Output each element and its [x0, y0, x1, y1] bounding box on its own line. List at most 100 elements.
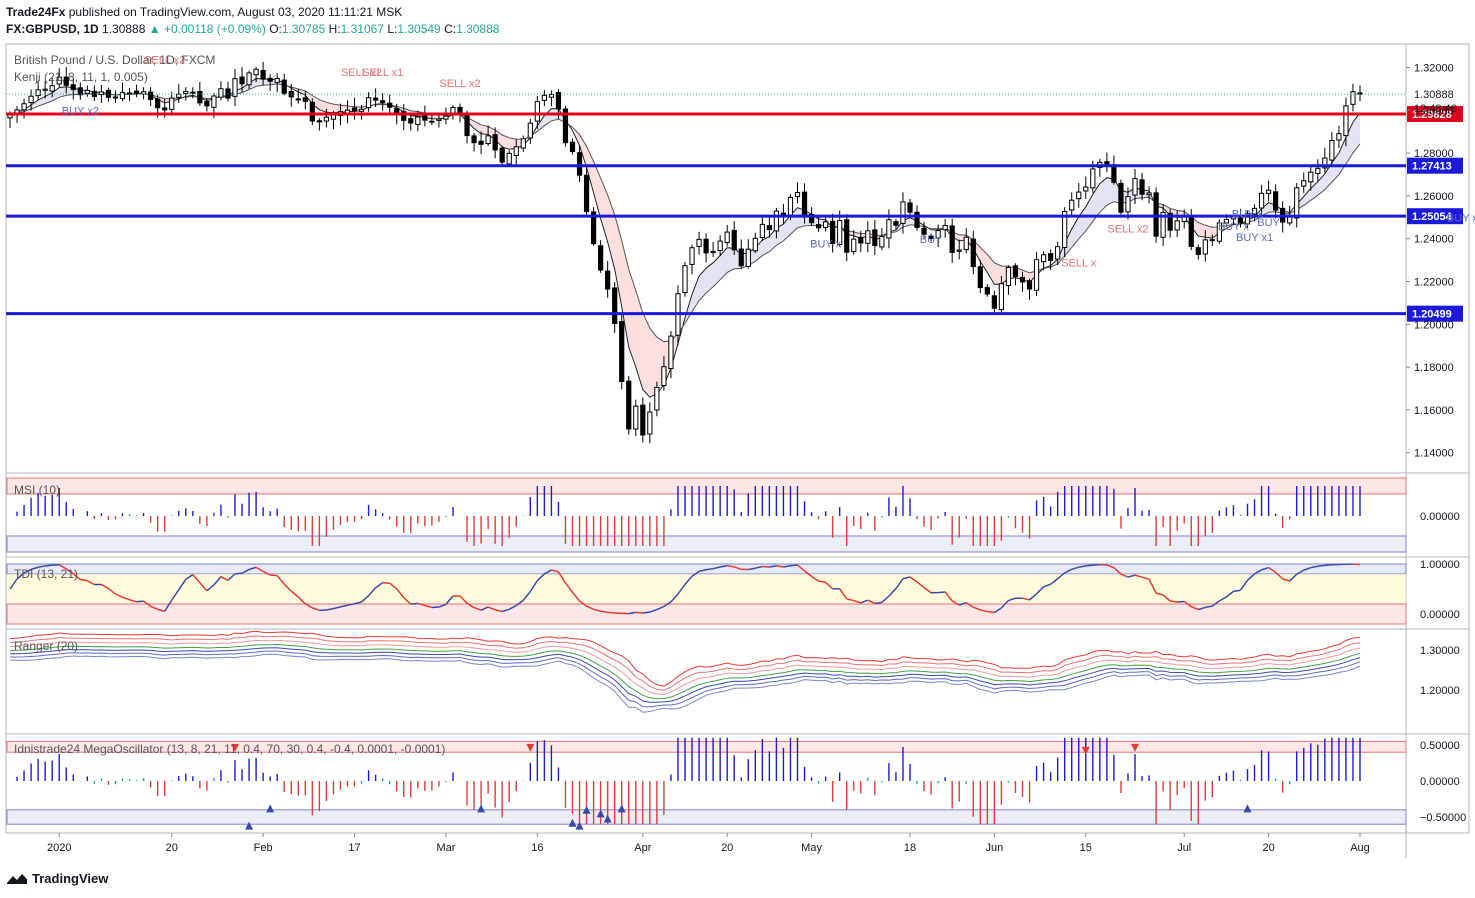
candle-body — [759, 223, 765, 238]
candle-body — [633, 405, 639, 430]
tradingview-brand: TradingView — [32, 871, 109, 886]
current-price-label: 1.30888 — [1414, 89, 1454, 101]
ranger-band-line — [9, 653, 1361, 713]
candle-body — [1146, 192, 1152, 196]
candle-body — [176, 93, 182, 98]
candle-body — [703, 238, 709, 254]
candle-body — [387, 102, 393, 108]
mega-tick-label: 0.00000 — [1420, 776, 1460, 788]
candle-body — [745, 248, 751, 268]
candle-body — [893, 221, 899, 226]
candle-body — [654, 386, 660, 411]
tdi-line-segment — [410, 602, 418, 605]
price-tick-label: 1.32000 — [1414, 63, 1454, 75]
candle-body — [865, 230, 871, 244]
time-tick-label: Mar — [436, 842, 455, 854]
candle-body — [942, 224, 948, 231]
candle-body — [886, 219, 892, 239]
mega-lower-zone — [6, 809, 1407, 825]
candle-body — [520, 138, 526, 149]
candle-body — [169, 97, 175, 110]
candle-body — [984, 287, 990, 295]
tdi-line-segment — [45, 564, 53, 567]
candle-body — [970, 238, 976, 268]
candle-body — [1350, 91, 1356, 105]
candle-body — [612, 287, 618, 324]
band-segment — [699, 268, 707, 301]
tdi-line-segment — [1170, 600, 1178, 603]
candle-body — [1026, 280, 1033, 290]
candle-body — [119, 92, 126, 100]
candle-body — [471, 135, 477, 144]
candle-body — [1055, 246, 1061, 260]
price-tick-label: 1.14000 — [1414, 448, 1454, 460]
candle-body — [1294, 187, 1300, 219]
candle-body — [1188, 215, 1194, 247]
candle-body — [204, 100, 210, 107]
candle-body — [1132, 178, 1138, 196]
candle-body — [527, 122, 533, 139]
candle-body — [281, 79, 287, 94]
tdi-line-segment — [136, 600, 144, 603]
tdi-line-segment — [1085, 564, 1093, 567]
candle-body — [429, 120, 435, 123]
candle-body — [1118, 182, 1124, 213]
candle-body — [851, 238, 857, 253]
candle-body — [555, 91, 562, 110]
band-segment — [720, 247, 728, 280]
candle-body — [485, 135, 491, 145]
price-tick-label: 1.16000 — [1414, 405, 1454, 417]
candle-body — [1139, 179, 1145, 195]
time-tick-label: 17 — [348, 842, 360, 854]
candle-body — [1273, 191, 1279, 211]
candle-body — [1048, 253, 1054, 261]
candle-body — [717, 240, 723, 252]
band-segment — [649, 328, 657, 398]
candle-body — [598, 245, 604, 271]
candle-body — [1315, 167, 1321, 175]
ranger-tick-label: 1.30000 — [1420, 645, 1460, 657]
candle-body — [1069, 199, 1075, 211]
signal-label: BUY x2 — [62, 106, 99, 118]
candle-body — [998, 283, 1005, 311]
chart-canvas[interactable]: 1.298281.274131.250541.20499 SELL x2SELL… — [0, 0, 1475, 898]
candle-body — [1343, 105, 1349, 137]
time-tick-label: 18 — [904, 842, 916, 854]
candle-body — [513, 146, 519, 156]
tdi-line-segment — [727, 565, 735, 568]
candle-body — [619, 321, 625, 382]
candle-body — [351, 107, 358, 112]
mega-tick-label: 0.50000 — [1420, 740, 1460, 752]
candle-body — [956, 249, 962, 252]
candle-body — [91, 90, 97, 97]
candle-body — [1012, 265, 1019, 278]
time-tick-label: Feb — [254, 842, 273, 854]
candle-body — [907, 202, 913, 213]
tdi-line-segment — [607, 611, 615, 614]
candle-body — [84, 89, 90, 94]
candle-body — [260, 69, 266, 80]
time-tick-label: Aug — [1350, 842, 1370, 854]
candle-body — [274, 77, 280, 83]
tradingview-logo[interactable]: TradingView — [6, 871, 108, 886]
time-tick-label: 16 — [531, 842, 543, 854]
candle-body — [1076, 191, 1082, 200]
fast-line — [9, 77, 1361, 398]
price-tick-label: 1.22000 — [1414, 277, 1454, 289]
candle-body — [373, 97, 379, 101]
candle-body — [218, 88, 224, 98]
candle-body — [358, 108, 365, 112]
time-tick-label: Jul — [1177, 842, 1191, 854]
candle-body — [415, 116, 421, 126]
candle-body — [1019, 276, 1026, 283]
candle-body — [977, 266, 983, 289]
candle-body — [640, 404, 646, 436]
candle-body — [576, 152, 583, 176]
candle-body — [1111, 164, 1117, 183]
candle-body — [724, 231, 730, 243]
candle-body — [534, 101, 540, 122]
tdi-line-segment — [1317, 564, 1325, 567]
tdi-line-segment — [987, 610, 995, 614]
time-tick-label: 2020 — [47, 842, 71, 854]
candle-body — [914, 211, 920, 228]
